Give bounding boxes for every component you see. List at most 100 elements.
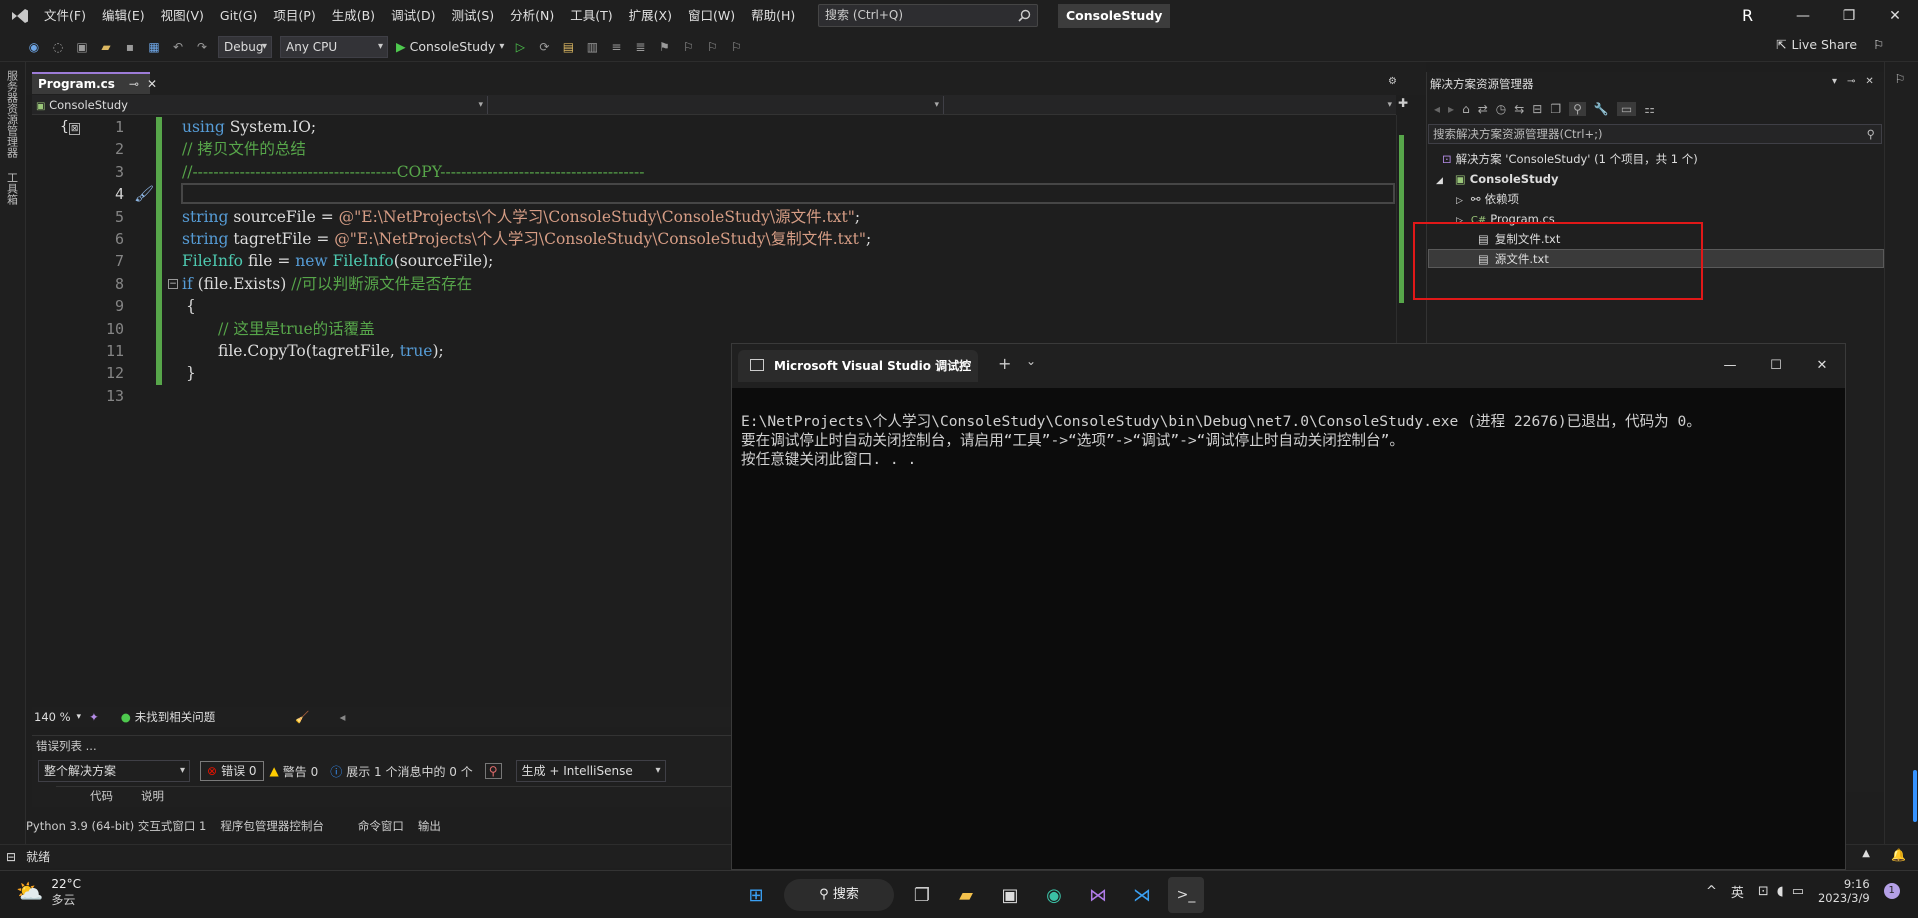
network-icon[interactable]: ⊡ [1758, 884, 1769, 899]
visual-studio-icon[interactable]: ⋈ [1080, 877, 1116, 913]
tab-python-interactive[interactable]: Python 3.9 (64-bit) 交互式窗口 1 [26, 818, 206, 834]
start-icon[interactable]: ⊞ [738, 877, 774, 913]
file-explorer-icon[interactable]: ▰ [948, 877, 984, 913]
taskbar-search-button[interactable]: ⚲ 搜索 [784, 879, 894, 911]
menu-analyze[interactable]: 分析(N) [502, 0, 562, 32]
menu-git[interactable]: Git(G) [212, 0, 266, 32]
menu-build[interactable]: 生成(B) [324, 0, 383, 32]
outline-brace-icon[interactable]: {⊠ [60, 119, 81, 135]
task-view-icon[interactable]: ❐ [904, 877, 940, 913]
save-all-icon[interactable]: ▦ [146, 39, 162, 55]
sync-icon[interactable]: ⇆ [1514, 102, 1524, 116]
account-avatar[interactable]: R [1742, 6, 1753, 25]
class-diagram-icon[interactable]: ⚏ [1644, 102, 1655, 116]
home-icon[interactable]: ⌂ [1462, 102, 1470, 116]
console-close-button[interactable]: ✕ [1799, 344, 1845, 388]
restore-button[interactable]: ❐ [1826, 0, 1872, 32]
column-code[interactable]: 代码 [90, 788, 113, 804]
terminal-app-icon[interactable]: >_ [1168, 877, 1204, 913]
hot-reload-icon[interactable]: ⟳ [536, 39, 552, 55]
menu-file[interactable]: 文件(F) [36, 0, 94, 32]
errors-filter-button[interactable]: ⊗ 错误 0 [200, 761, 264, 781]
layout-icon[interactable]: ▥ [584, 39, 600, 55]
pin-icon[interactable]: ⊸ [129, 74, 139, 94]
comment-icon[interactable]: ≡ [608, 39, 624, 55]
menu-tools[interactable]: 工具(T) [562, 0, 620, 32]
solution-search-input[interactable]: 搜索解决方案资源管理器(Ctrl+;) ⚲ [1428, 124, 1882, 144]
scope-dropdown[interactable]: 整个解决方案 [38, 760, 190, 782]
split-editor-icon[interactable]: ✚ [1398, 96, 1408, 110]
live-share-button[interactable]: ⇱ Live Share ⚐ [1776, 37, 1884, 52]
next-bookmark-icon[interactable]: ⚐ [704, 39, 720, 55]
close-console-tab-icon[interactable]: ✕ [958, 350, 970, 382]
project-nav-dropdown[interactable]: ▣ ConsoleStudy ▾ [32, 95, 488, 114]
notifications-tab-icon[interactable]: ⚐ [1895, 72, 1909, 86]
forward-icon[interactable]: ▸ [1448, 102, 1454, 116]
zoom-dropdown[interactable]: 140 % [34, 710, 71, 724]
notification-count-badge[interactable]: 1 [1883, 883, 1900, 899]
clock-date[interactable]: 2023/3/9 [1818, 891, 1870, 905]
back-icon[interactable]: ◂ [1434, 102, 1440, 116]
scroll-thumb[interactable] [1913, 770, 1917, 822]
back-navigate-icon[interactable]: ◉ [26, 39, 42, 55]
collapse-if-icon[interactable]: − [168, 279, 178, 289]
server-explorer-tab[interactable]: 服务器资源管理器 [6, 70, 20, 158]
menu-extensions[interactable]: 扩展(X) [621, 0, 680, 32]
bookmark-icon[interactable]: ⚑ [656, 39, 672, 55]
preview-icon[interactable]: ▭ [1616, 102, 1637, 116]
weather-widget[interactable]: ⛅ 22°C 多云 [16, 877, 81, 908]
warnings-filter-button[interactable]: ▲ 警告 0 [270, 763, 319, 780]
tree-solution-root[interactable]: ⊡ 解决方案 'ConsoleStudy' (1 个项目，共 1 个) [1430, 149, 1698, 169]
clock-time[interactable]: 9:16 [1818, 877, 1870, 891]
console-minimize-button[interactable]: — [1707, 344, 1753, 388]
close-window-button[interactable]: ✕ [1872, 0, 1918, 32]
configuration-dropdown[interactable]: Debug [218, 35, 272, 58]
column-description[interactable]: 说明 [141, 788, 164, 804]
battery-icon[interactable]: ▭ [1792, 884, 1804, 899]
start-without-debugging-icon[interactable]: ▷ [512, 39, 528, 55]
tab-command-window[interactable]: 命令窗口 [358, 818, 404, 834]
window-position-icon[interactable]: ▾ [1832, 76, 1837, 87]
properties-icon[interactable]: 🔧 [1594, 102, 1609, 116]
close-tab-icon[interactable]: ✕ [147, 74, 157, 94]
filter-icon[interactable]: ⚲ [1569, 102, 1586, 116]
new-tab-button[interactable]: + [998, 354, 1011, 373]
platform-dropdown[interactable]: Any CPU [280, 35, 388, 58]
close-panel-icon[interactable]: ✕ [1865, 76, 1873, 87]
member-nav-dropdown[interactable]: ▾ [944, 96, 1396, 114]
clear-bookmarks-icon[interactable]: ⚐ [728, 39, 744, 55]
tray-overflow-icon[interactable]: ^ [1706, 884, 1717, 899]
collapse-all-icon[interactable]: ⊟ [1532, 102, 1542, 116]
scroll-left-icon[interactable]: ◂ [340, 710, 346, 724]
ime-indicator[interactable]: 英 [1731, 882, 1744, 901]
vscode-icon[interactable]: ⋊ [1124, 877, 1160, 913]
tab-output[interactable]: 输出 [418, 818, 441, 834]
tab-overflow-icon[interactable]: ⚙ [1388, 76, 1397, 87]
notifications-icon[interactable]: 🔔 [1891, 848, 1906, 862]
tab-dropdown-button[interactable]: ⌄ [1026, 354, 1036, 368]
zoom-arrow-icon[interactable]: ▾ [77, 712, 82, 722]
toolbox-tab[interactable]: 工具箱 [6, 172, 20, 205]
menu-help[interactable]: 帮助(H) [743, 0, 803, 32]
new-project-icon[interactable]: ▣ [74, 39, 90, 55]
menu-edit[interactable]: 编辑(E) [94, 0, 153, 32]
uncomment-icon[interactable]: ≣ [632, 39, 648, 55]
menu-debug[interactable]: 调试(D) [383, 0, 443, 32]
undo-icon[interactable]: ↶ [170, 39, 186, 55]
forward-navigate-icon[interactable]: ◌ [50, 39, 66, 55]
feedback-icon[interactable]: ⚐ [1873, 37, 1884, 52]
filter-icon[interactable]: ⚲ [484, 763, 502, 779]
intellicode-icon[interactable]: ✦ [89, 710, 99, 724]
redo-icon[interactable]: ↷ [194, 39, 210, 55]
tab-program-cs[interactable]: Program.cs ⊸ ✕ [32, 72, 157, 94]
volume-icon[interactable]: ◖ [1777, 884, 1784, 899]
tab-package-manager-console[interactable]: 程序包管理器控制台 [220, 818, 324, 834]
tree-dependencies[interactable]: ▷ ⚯ 依赖项 [1430, 189, 1519, 209]
edge-icon[interactable]: ◉ [1036, 877, 1072, 913]
error-list-title[interactable]: 错误列表 ... [36, 738, 97, 754]
tree-project[interactable]: ◢ ▣ ConsoleStudy [1430, 169, 1559, 189]
menu-test[interactable]: 测试(S) [443, 0, 502, 32]
console-tab[interactable]: Microsoft Visual Studio 调试控 ✕ [738, 350, 978, 382]
messages-filter-button[interactable]: ⓘ 展示 1 个消息中的 0 个 [330, 763, 473, 780]
start-debugging-button[interactable]: ▶ ConsoleStudy ▾ [396, 39, 504, 54]
